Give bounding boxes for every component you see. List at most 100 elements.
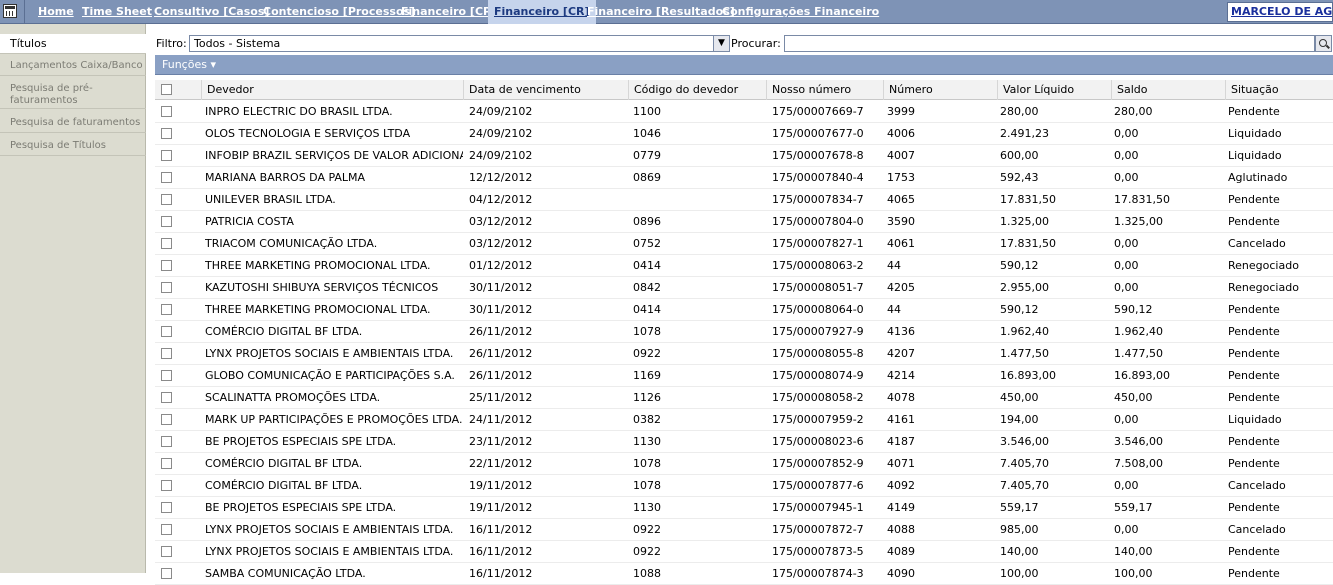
search-icon[interactable] [1315, 35, 1332, 52]
search-label: Procurar: [731, 37, 781, 50]
table-row[interactable]: COMÉRCIO DIGITAL BF LTDA. 22/11/2012 1078 1… [155, 453, 1333, 475]
table-row[interactable]: INPRO ELECTRIC DO BRASIL LTDA. 24/09/2102… [155, 101, 1333, 123]
nav-link-consultivo[interactable]: Consultivo [Casos] [154, 0, 269, 24]
table-row[interactable]: SAMBA COMUNICAÇÃO LTDA. 16/11/2012 1088 175… [155, 563, 1333, 585]
cell-codigo-devedor: 0414 [633, 259, 661, 272]
sidebar-item-pre-faturamentos[interactable]: Pesquisa de pré-faturamentos [0, 81, 146, 109]
column-header-nosso-numero[interactable]: Nosso número [766, 80, 883, 100]
row-checkbox[interactable] [161, 436, 172, 447]
row-checkbox[interactable] [161, 216, 172, 227]
row-checkbox[interactable] [161, 502, 172, 513]
row-checkbox[interactable] [161, 370, 172, 381]
nav-link-financeiro-resultados[interactable]: Financeiro [Resultados] [587, 0, 735, 24]
table-row[interactable]: COMÉRCIO DIGITAL BF LTDA. 26/11/2012 1078 1… [155, 321, 1333, 343]
row-checkbox[interactable] [161, 348, 172, 359]
row-checkbox[interactable] [161, 238, 172, 249]
sidebar-item-titulos[interactable]: Títulos [0, 34, 146, 54]
functions-menu[interactable]: Funções ▾ [162, 58, 216, 71]
table-header: Devedor Data de vencimento Código do dev… [155, 80, 1333, 100]
cell-codigo-devedor: 0779 [633, 149, 661, 162]
table-row[interactable]: LYNX PROJETOS SOCIAIS E AMBIENTAIS LTDA.… [155, 343, 1333, 365]
row-checkbox[interactable] [161, 304, 172, 315]
row-checkbox[interactable] [161, 106, 172, 117]
row-checkbox[interactable] [161, 150, 172, 161]
cell-codigo-devedor: 1130 [633, 501, 661, 514]
cell-numero: 4205 [887, 281, 915, 294]
table-row[interactable]: SCALINATTA PROMOÇÕES LTDA. 25/11/2012 1126… [155, 387, 1333, 409]
table-row[interactable]: LYNX PROJETOS SOCIAIS E AMBIENTAIS LTDA.… [155, 541, 1333, 563]
column-header-saldo[interactable]: Saldo [1111, 80, 1225, 100]
row-checkbox[interactable] [161, 524, 172, 535]
cell-valor-liquido: 140,00 [1000, 545, 1039, 558]
row-checkbox[interactable] [161, 568, 172, 579]
cell-situacao: Liquidado [1228, 127, 1282, 140]
row-checkbox[interactable] [161, 194, 172, 205]
column-header-situacao[interactable]: Situação [1225, 80, 1333, 100]
cell-valor-liquido: 1.325,00 [1000, 215, 1049, 228]
row-checkbox[interactable] [161, 282, 172, 293]
cell-saldo: 0,00 [1114, 149, 1139, 162]
select-all-checkbox[interactable] [161, 84, 172, 95]
table-row[interactable]: LYNX PROJETOS SOCIAIS E AMBIENTAIS LTDA.… [155, 519, 1333, 541]
row-checkbox[interactable] [161, 128, 172, 139]
table-row[interactable]: OLOS TECNOLOGIA E SERVIÇOS LTDA 24/09/210… [155, 123, 1333, 145]
cell-devedor: COMÉRCIO DIGITAL BF LTDA. [205, 457, 363, 470]
table-row[interactable]: TRIACOM COMUNICAÇÃO LTDA. 03/12/2012 0752 1… [155, 233, 1333, 255]
cell-saldo: 0,00 [1114, 413, 1139, 426]
nav-link-configuracoes-financeiro[interactable]: Configurações Financeiro [722, 0, 879, 24]
row-checkbox[interactable] [161, 260, 172, 271]
table-row[interactable]: THREE MARKETING PROMOCIONAL LTDA. 01/12/2… [155, 255, 1333, 277]
row-checkbox[interactable] [161, 414, 172, 425]
cell-saldo: 1.477,50 [1114, 347, 1163, 360]
row-checkbox[interactable] [161, 546, 172, 557]
row-checkbox[interactable] [161, 172, 172, 183]
nav-link-contencioso[interactable]: Contencioso [Processos] [263, 0, 415, 24]
cell-data-vencimento: 03/12/2012 [469, 215, 533, 228]
column-header-numero[interactable]: Número [883, 80, 997, 100]
cell-valor-liquido: 1.477,50 [1000, 347, 1049, 360]
row-checkbox[interactable] [161, 458, 172, 469]
sidebar-item-faturamentos[interactable]: Pesquisa de faturamentos [0, 113, 146, 133]
column-header-data-vencimento[interactable]: Data de vencimento [463, 80, 628, 100]
cell-saldo: 1.962,40 [1114, 325, 1163, 338]
table-row[interactable]: KAZUTOSHI SHIBUYA SERVIÇOS TÉCNICOS 30/11… [155, 277, 1333, 299]
column-header-valor-liquido[interactable]: Valor Líquido [997, 80, 1111, 100]
cell-codigo-devedor: 1078 [633, 325, 661, 338]
table-row[interactable]: MARIANA BARROS DA PALMA 12/12/2012 0869 175… [155, 167, 1333, 189]
cell-saldo: 0,00 [1114, 479, 1139, 492]
cell-data-vencimento: 01/12/2012 [469, 259, 533, 272]
cell-valor-liquido: 450,00 [1000, 391, 1039, 404]
table-row[interactable]: GLOBO COMUNICAÇÃO E PARTICIPAÇÕES S.A. 26… [155, 365, 1333, 387]
nav-link-financeiro-cp[interactable]: Financeiro [CP] [401, 0, 496, 24]
table-row[interactable]: BE PROJETOS ESPECIAIS SPE LTDA. 23/11/201… [155, 431, 1333, 453]
cell-data-vencimento: 19/11/2012 [469, 501, 533, 514]
nav-link-time-sheet[interactable]: Time Sheet [82, 0, 152, 24]
nav-link-home[interactable]: Home [38, 0, 74, 24]
column-header-codigo-devedor[interactable]: Código do devedor [628, 80, 766, 100]
cell-saldo: 140,00 [1114, 545, 1153, 558]
cell-data-vencimento: 24/11/2012 [469, 413, 533, 426]
search-input[interactable] [784, 35, 1315, 52]
chevron-down-icon[interactable]: ▼ [713, 36, 729, 51]
nav-link-financeiro-cr[interactable]: Financeiro [CR] [488, 0, 596, 24]
table-row[interactable]: COMÉRCIO DIGITAL BF LTDA. 19/11/2012 1078 1… [155, 475, 1333, 497]
table-row[interactable]: INFOBIP BRAZIL SERVIÇOS DE VALOR ADICION… [155, 145, 1333, 167]
table-row[interactable]: MARK UP PARTICIPAÇÕES E PROMOÇÕES LTDA. 2… [155, 409, 1333, 431]
cell-nosso-numero: 175/00007959-2 [772, 413, 864, 426]
sidebar-item-pesquisa-titulos[interactable]: Pesquisa de Títulos [0, 136, 146, 156]
calendar-icon[interactable] [3, 4, 17, 18]
user-name-link[interactable]: MARCELO DE AGUIAR [1228, 3, 1332, 21]
sidebar-item-lancamentos[interactable]: Lançamentos Caixa/Banco [0, 56, 146, 76]
row-checkbox[interactable] [161, 480, 172, 491]
table-row[interactable]: BE PROJETOS ESPECIAIS SPE LTDA. 19/11/201… [155, 497, 1333, 519]
table-row[interactable]: PATRICIA COSTA 03/12/2012 0896 175/00007804… [155, 211, 1333, 233]
cell-nosso-numero: 175/00008058-2 [772, 391, 864, 404]
row-checkbox[interactable] [161, 326, 172, 337]
column-header-devedor[interactable]: Devedor [201, 80, 463, 100]
cell-nosso-numero: 175/00008074-9 [772, 369, 864, 382]
filter-select[interactable]: Todos - Sistema ▼ [189, 35, 730, 52]
cell-codigo-devedor: 1169 [633, 369, 661, 382]
row-checkbox[interactable] [161, 392, 172, 403]
table-row[interactable]: THREE MARKETING PROMOCIONAL LTDA. 30/11/2… [155, 299, 1333, 321]
table-row[interactable]: UNILEVER BRASIL LTDA. 04/12/2012 175/00007… [155, 189, 1333, 211]
